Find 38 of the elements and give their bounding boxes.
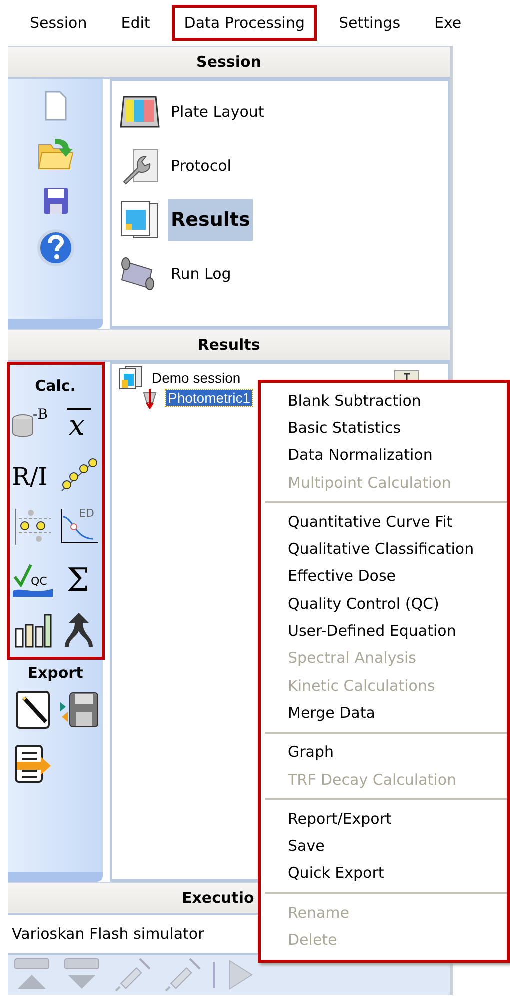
context-menu-item[interactable]: Qualitative Classification <box>261 535 507 563</box>
context-menu-item[interactable]: Blank Subtraction <box>261 387 507 414</box>
menu-item[interactable]: Settings <box>326 5 413 41</box>
context-menu-item[interactable]: Quality Control (QC) <box>261 590 507 618</box>
tree-item[interactable]: Photometric1 <box>166 390 252 406</box>
section-title: Export <box>28 664 84 682</box>
sigma-icon[interactable]: Σ <box>58 559 98 597</box>
help-icon[interactable] <box>36 229 74 267</box>
notebook-pen-icon[interactable] <box>14 690 52 730</box>
menu-item[interactable]: Edit <box>109 5 162 41</box>
context-menu-item[interactable]: Report/Export <box>261 805 507 832</box>
menu-item[interactable]: Data Processing <box>172 5 317 41</box>
document-grid-icon[interactable] <box>120 200 160 240</box>
menu-item[interactable]: Exe <box>422 5 474 41</box>
navigation-item[interactable]: Protocol <box>168 157 234 175</box>
ratio-icon[interactable]: R/I <box>12 455 54 493</box>
menu-item[interactable]: Session <box>18 5 100 41</box>
toolbar-separator-icon <box>212 962 216 988</box>
context-menu-item[interactable]: Merge Data <box>261 699 507 727</box>
document-arrow-icon[interactable] <box>12 744 52 784</box>
panel-header: Session <box>8 46 450 79</box>
disk-arrows-icon[interactable] <box>58 690 100 730</box>
navigation-item[interactable]: Results <box>168 199 254 241</box>
panel-header: Results <box>8 329 450 362</box>
context-menu-item[interactable]: Data Normalization <box>261 442 507 469</box>
navigation-item[interactable]: Run Log <box>168 265 234 283</box>
threshold-points-icon[interactable] <box>12 507 52 545</box>
tree-item[interactable]: Demo session <box>150 370 243 386</box>
context-menu-item[interactable]: User-Defined Equation <box>261 617 507 645</box>
session-document-icon[interactable] <box>118 366 144 390</box>
context-menu-item[interactable]: Basic Statistics <box>261 414 507 442</box>
plate-icon[interactable] <box>120 95 160 129</box>
navigation-item[interactable]: Plate Layout <box>168 103 268 121</box>
context-menu-item[interactable]: Effective Dose <box>261 562 507 590</box>
context-menu-item[interactable]: Quantitative Curve Fit <box>261 508 507 536</box>
context-menu-item[interactable]: Save <box>261 832 507 860</box>
section-title: Calc. <box>35 377 76 395</box>
context-menu-item[interactable]: Graph <box>261 738 507 766</box>
